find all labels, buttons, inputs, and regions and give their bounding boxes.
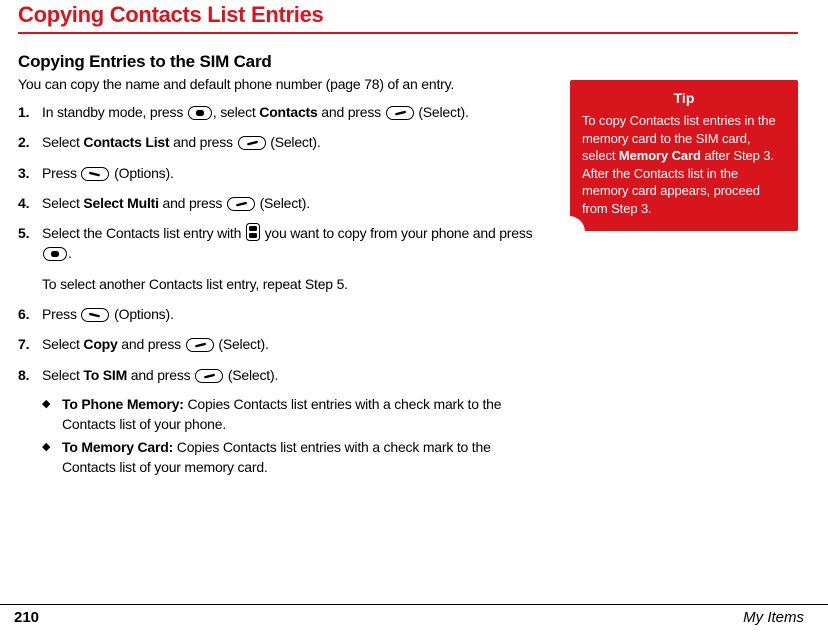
right-softkey-icon: [81, 167, 109, 181]
sidebar: Tip To copy Contacts list entries in the…: [570, 52, 798, 481]
left-softkey-icon: [238, 136, 266, 150]
step-text: Select: [42, 367, 83, 383]
section-name: My Items: [743, 609, 804, 626]
step-bold: Contacts List: [83, 134, 169, 150]
step-5: Select the Contacts list entry with you …: [18, 223, 542, 294]
step-text: and press: [118, 336, 185, 352]
step-5-sub: To select another Contacts list entry, r…: [42, 274, 542, 294]
step-4: Select Select Multi and press (Select).: [18, 193, 542, 213]
step-text: and press: [127, 367, 194, 383]
tip-callout: Tip To copy Contacts list entries in the…: [570, 80, 798, 231]
step-text: .: [68, 245, 72, 261]
step-text: (Select).: [256, 195, 310, 211]
step-text: (Options).: [110, 165, 173, 181]
step-text: Select: [42, 336, 83, 352]
step-text: Press: [42, 165, 80, 181]
step-7: Select Copy and press (Select).: [18, 334, 542, 354]
step-3: Press (Options).: [18, 163, 542, 183]
step-text: In standby mode, press: [42, 104, 187, 120]
step-text: (Select).: [215, 336, 269, 352]
nav-updown-icon: [246, 223, 260, 241]
left-softkey-icon: [386, 106, 414, 120]
left-softkey-icon: [195, 369, 223, 383]
step-text: and press: [318, 104, 385, 120]
section-subheading: Copying Entries to the SIM Card: [18, 52, 542, 72]
step-text: and press: [159, 195, 226, 211]
step-6: Press (Options).: [18, 304, 542, 324]
step-text: (Select).: [224, 367, 278, 383]
bullet-bold: To Phone Memory:: [62, 396, 184, 412]
step-text: you want to copy from your phone and pre…: [261, 225, 533, 241]
step-2: Select Contacts List and press (Select).: [18, 132, 542, 152]
step-text: and press: [169, 134, 236, 150]
step-bold: To SIM: [83, 367, 127, 383]
left-softkey-icon: [186, 338, 214, 352]
center-key-icon: [188, 106, 212, 120]
step-text: , select: [213, 104, 259, 120]
step-1: In standby mode, press , select Contacts…: [18, 102, 542, 122]
step-text: (Options).: [110, 306, 173, 322]
step-text: Select the Contacts list entry with: [42, 225, 245, 241]
page-number: 210: [14, 609, 39, 626]
step-bold: Contacts: [259, 104, 317, 120]
center-key-icon: [43, 247, 67, 261]
intro-text: You can copy the name and default phone …: [18, 76, 542, 92]
sub-bullets: To Phone Memory: Copies Contacts list en…: [42, 395, 542, 477]
step-bold: Copy: [83, 336, 117, 352]
main-content: Copying Entries to the SIM Card You can …: [18, 52, 542, 481]
step-text: (Select).: [415, 104, 469, 120]
left-softkey-icon: [227, 197, 255, 211]
bullet-phone-memory: To Phone Memory: Copies Contacts list en…: [42, 395, 542, 434]
step-8: Select To SIM and press (Select).: [18, 365, 542, 385]
bullet-bold: To Memory Card:: [62, 439, 173, 455]
bullet-memory-card: To Memory Card: Copies Contacts list ent…: [42, 438, 542, 477]
step-text: (Select).: [267, 134, 321, 150]
step-bold: Select Multi: [83, 195, 158, 211]
step-text: Select: [42, 134, 83, 150]
steps-list: In standby mode, press , select Contacts…: [18, 102, 542, 385]
step-text: Press: [42, 306, 80, 322]
page-footer: 210 My Items: [0, 604, 828, 626]
page-title: Copying Contacts List Entries: [18, 2, 798, 34]
tip-body: To copy Contacts list entries in the mem…: [582, 112, 786, 217]
right-softkey-icon: [81, 308, 109, 322]
step-text: Select: [42, 195, 83, 211]
tip-bold: Memory Card: [619, 148, 701, 163]
tip-title: Tip: [582, 90, 786, 106]
